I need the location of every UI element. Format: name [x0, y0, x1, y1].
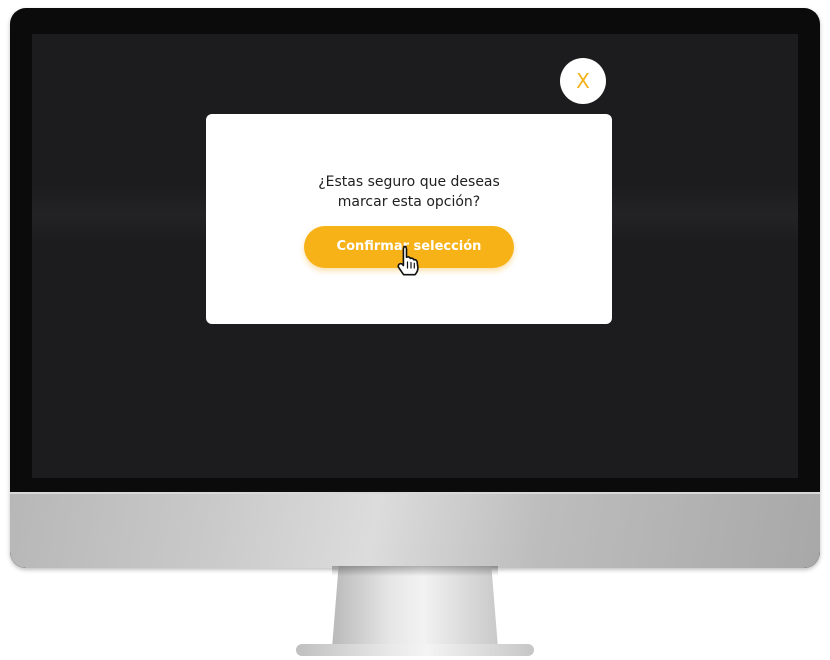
question-line-1: ¿Estas seguro que deseas — [318, 174, 500, 190]
confirm-selection-button[interactable]: Confirmar selección — [304, 226, 514, 268]
chin-highlight — [10, 492, 820, 494]
monitor-stand-base — [296, 644, 534, 656]
question-line-2: marcar esta opción? — [337, 194, 481, 210]
close-icon: X — [576, 69, 590, 93]
confirmation-dialog: ¿Estas seguro que deseas marcar esta opc… — [206, 114, 612, 324]
stand-shadow — [332, 566, 498, 576]
dialog-question: ¿Estas seguro que deseas marcar esta opc… — [206, 172, 612, 212]
close-button[interactable]: X — [560, 58, 606, 104]
monitor-mockup: X ¿Estas seguro que deseas marcar esta o… — [0, 0, 830, 660]
monitor-chin — [10, 492, 820, 568]
monitor-stand-neck — [332, 566, 498, 648]
